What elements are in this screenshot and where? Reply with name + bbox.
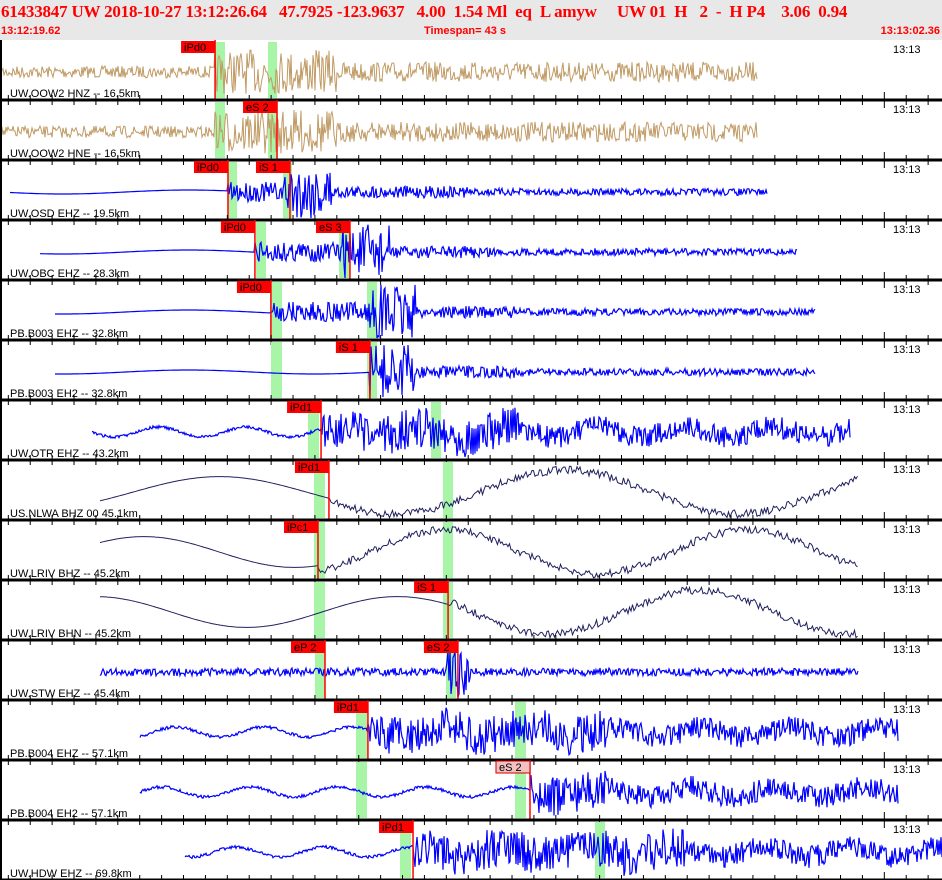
time-label: 13:13 bbox=[893, 824, 921, 836]
seismogram-trace bbox=[99, 525, 858, 579]
end-time: 13:13:02.36 bbox=[880, 25, 940, 37]
pick-label: iPd0 bbox=[224, 222, 246, 234]
pick-label: iPd0 bbox=[184, 42, 206, 54]
trace-row[interactable]: eS 2 bbox=[139, 760, 899, 820]
trace-row[interactable]: iPd0 eS 3 bbox=[40, 220, 798, 280]
channel-label: UW.OBC EHZ -- 28.3km bbox=[10, 268, 130, 280]
waveform-panel[interactable]: iPd0 eS 2 iPd0 iS 1 iPd0 eS 3 iPd0 iS 1 iPd1 iPd1… bbox=[0, 40, 942, 880]
phase-window bbox=[314, 582, 325, 638]
time-label: 13:13 bbox=[893, 104, 921, 116]
time-label: 13:13 bbox=[893, 224, 921, 236]
phase-window bbox=[256, 222, 266, 278]
channel-label: PB.B004 EHZ -- 57.1km bbox=[10, 748, 128, 760]
trace-row[interactable]: iPd1 bbox=[184, 820, 942, 880]
pick-label: eS 2 bbox=[246, 102, 269, 114]
pick-label: eS 2 bbox=[499, 762, 522, 774]
seismogram-trace bbox=[99, 649, 859, 698]
channel-label: UW.LRIV BHZ -- 45.2km bbox=[10, 568, 130, 580]
pick-label: iPc1 bbox=[287, 522, 308, 534]
time-label: 13:13 bbox=[893, 464, 921, 476]
trace-row[interactable]: iS 1 bbox=[55, 340, 816, 400]
event-summary: 61433847 UW 2018-10-27 13:12:26.64 47.79… bbox=[1, 2, 848, 21]
pick-label: iPd1 bbox=[290, 402, 312, 414]
pick-label: eS 2 bbox=[427, 642, 450, 654]
pick-label: iS 1 bbox=[339, 342, 358, 354]
trace-row[interactable]: eP 2 eS 2 bbox=[99, 640, 859, 700]
time-label: 13:13 bbox=[893, 404, 921, 416]
seismogram-trace bbox=[91, 407, 851, 458]
channel-label: UW.OOW2 HNZ -- 16.5km bbox=[10, 88, 140, 100]
trace-row[interactable]: iPd1 bbox=[91, 400, 851, 460]
pick-label: iPd0 bbox=[240, 282, 262, 294]
time-label: 13:13 bbox=[893, 764, 921, 776]
time-label: 13:13 bbox=[893, 524, 921, 536]
trace-row[interactable]: iPd1 bbox=[139, 700, 899, 760]
time-label: 13:13 bbox=[893, 704, 921, 716]
seismogram-trace bbox=[55, 284, 816, 339]
trace-row[interactable]: iPd0 bbox=[55, 280, 816, 340]
timespan: Timespan= 43 s bbox=[424, 25, 507, 37]
time-label: 13:13 bbox=[893, 584, 921, 596]
channel-label: US.NLWA BHZ 00 45.1km bbox=[10, 508, 138, 520]
channel-label: UW.STW EHZ -- 45.4km bbox=[10, 688, 130, 700]
channel-label: UW.LRIV BHN -- 45.2km bbox=[10, 628, 132, 640]
pick-label: iS 1 bbox=[259, 162, 278, 174]
seismogram-trace bbox=[40, 224, 798, 279]
pick-label: eS 3 bbox=[319, 222, 342, 234]
channel-label: UW.OTR EHZ -- 43.2km bbox=[10, 448, 129, 460]
channel-label: UW.OOW2 HNE -- 16.5km bbox=[10, 148, 141, 160]
seismogram-trace bbox=[184, 828, 942, 876]
pick-label: iPd1 bbox=[298, 462, 320, 474]
time-label: 13:13 bbox=[893, 44, 921, 56]
seismogram-trace bbox=[55, 344, 816, 398]
time-label: 13:13 bbox=[893, 644, 921, 656]
channel-label: UW.OSD EHZ -- 19.5km bbox=[10, 208, 130, 220]
event-header: 61433847 UW 2018-10-27 13:12:26.64 47.79… bbox=[0, 0, 942, 40]
time-label: 13:13 bbox=[893, 344, 921, 356]
pick-label: eP 2 bbox=[294, 642, 316, 654]
pick-label: iS 1 bbox=[417, 582, 436, 594]
time-label: 13:13 bbox=[893, 164, 921, 176]
trace-row[interactable]: iPc1 bbox=[99, 520, 858, 580]
channel-label: PB.B004 EH2 -- 57.1km bbox=[10, 808, 128, 820]
channel-label: UW.HDW EHZ -- 69.8km bbox=[10, 868, 132, 880]
seismogram-trace bbox=[99, 465, 858, 520]
seismogram-trace bbox=[100, 585, 858, 640]
pick-label: iPd1 bbox=[382, 822, 404, 834]
trace-row[interactable]: iPd1 bbox=[99, 460, 858, 520]
phase-window bbox=[271, 342, 282, 398]
waveform-canvas[interactable]: iPd0 eS 2 iPd0 iS 1 iPd0 eS 3 iPd0 iS 1 iPd1 iPd1… bbox=[0, 40, 942, 880]
channel-label: PB.B003 EHZ -- 32.8km bbox=[10, 328, 128, 340]
seismogram-trace bbox=[0, 109, 758, 154]
channel-label: PB.B003 EH2 -- 32.8km bbox=[10, 388, 128, 400]
pick-label: iPd1 bbox=[337, 702, 359, 714]
trace-row[interactable]: iS 1 bbox=[100, 580, 858, 640]
pick-label: iPd0 bbox=[197, 162, 219, 174]
start-time: 13:12:19.62 bbox=[1, 25, 61, 37]
phase-window bbox=[443, 462, 453, 518]
time-label: 13:13 bbox=[893, 284, 921, 296]
phase-window bbox=[356, 762, 367, 818]
